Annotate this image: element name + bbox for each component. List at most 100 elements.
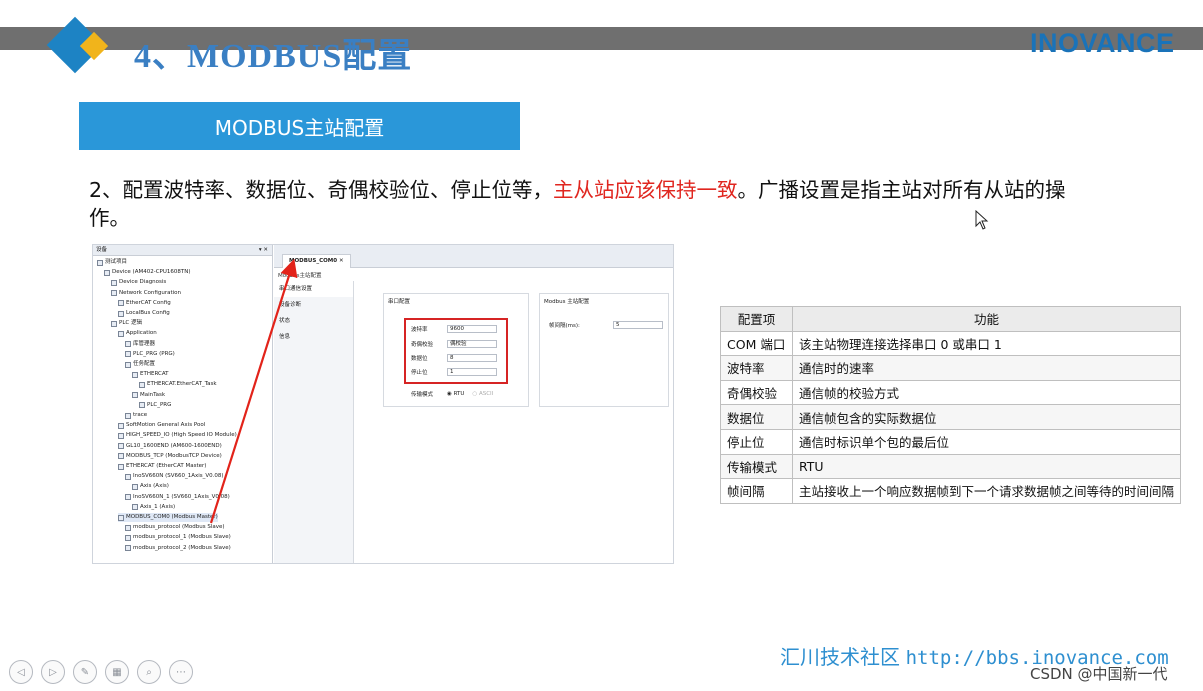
tree-item-label: SoftMotion General Axis Pool — [126, 422, 206, 429]
presentation-controls: ◁ ▷ ✎ ▦ ⌕ ⋯ — [9, 660, 193, 684]
tree-item[interactable]: ETHERCAT.EtherCAT_Task — [139, 380, 217, 389]
tree-item[interactable]: MainTask — [132, 391, 165, 400]
tree-item[interactable]: EtherCAT Config — [118, 299, 171, 308]
next-icon[interactable]: ▷ — [41, 660, 65, 684]
tree-node-icon — [125, 534, 131, 541]
tab-modbus-com0[interactable]: MODBUS_COM0 ✕ — [282, 254, 351, 268]
tree-item-label: trace — [133, 412, 148, 418]
tree-item-label: 库管理器 — [133, 340, 156, 347]
tree-item[interactable]: InoSV660N_1 (SV660_1Axis_V0.08) — [125, 493, 230, 502]
tree-node-icon — [118, 330, 124, 337]
tree-item-label: Device (AM402-CPU1608TN) — [112, 269, 191, 276]
radio-ascii[interactable]: ○ ASCII — [472, 391, 493, 397]
tree-item-label: Axis (Axis) — [140, 483, 169, 490]
tree-item[interactable]: 任务配置 — [125, 360, 155, 369]
pen-icon[interactable]: ✎ — [73, 660, 97, 684]
tree-item-label: Device Diagnosis — [119, 279, 167, 286]
interval-input[interactable]: 5 — [613, 321, 663, 329]
description-part1: 2、配置波特率、数据位、奇偶校验位、停止位等， — [89, 178, 554, 202]
description-highlight: 主从站应该保持一致 — [553, 178, 738, 202]
tree-item[interactable]: ETHERCAT (EtherCAT Master) — [118, 462, 206, 471]
header-item: 配置项 — [720, 306, 793, 332]
tree-item[interactable]: PLC 逻辑 — [111, 319, 142, 328]
tree-item[interactable]: modbus_protocol_2 (Modbus Slave) — [125, 544, 231, 553]
more-icon[interactable]: ⋯ — [169, 660, 193, 684]
tree-node-icon — [97, 259, 103, 266]
tree-item[interactable]: PLC_PRG (PRG) — [125, 350, 175, 359]
tree-item-label: PLC_PRG (PRG) — [133, 350, 175, 357]
tree-item-label: LocalBus Config — [126, 310, 170, 316]
tree-item-label: MainTask — [140, 391, 165, 398]
tree-item[interactable]: Axis (Axis) — [132, 482, 169, 491]
tree-item-label: ETHERCAT (EtherCAT Master) — [126, 463, 207, 469]
ide-screenshot: 设备 ▾ ✕ 测试项目 Device (AM402-CPU1608TN) Device… — [92, 244, 674, 564]
tree-node-icon — [139, 402, 145, 409]
tree-node-icon — [125, 351, 131, 358]
tree-node-icon — [118, 300, 124, 307]
footer-community-name: 汇川技术社区 — [780, 647, 900, 669]
master-config-title: Modbus 主站配置 — [544, 299, 590, 305]
tree-node-icon — [118, 463, 124, 470]
table-row: 奇偶校验 通信帧的校验方式 — [720, 379, 1182, 406]
zoom-icon[interactable]: ⌕ — [137, 660, 161, 684]
tree-item[interactable]: Device Diagnosis — [111, 278, 166, 287]
tree-item-label: 任务配置 — [133, 361, 156, 367]
tree-item-label: EtherCAT Config — [126, 299, 171, 306]
tree-item-label: Axis_1 (Axis) — [140, 503, 176, 510]
tree-item[interactable]: Application — [118, 329, 157, 338]
tree-item-label: MODBUS_TCP (ModbusTCP Device) — [126, 452, 222, 459]
tree-item[interactable]: LocalBus Config — [118, 309, 170, 318]
prev-icon[interactable]: ◁ — [9, 660, 33, 684]
tree-node-icon — [132, 483, 138, 490]
nav-info[interactable]: 信息 — [274, 329, 353, 345]
tree-item[interactable]: MODBUS_COM0 (Modbus Master) — [118, 513, 218, 522]
editor-tabbar: MODBUS_COM0 ✕ — [274, 245, 673, 268]
tree-node-icon — [125, 524, 131, 531]
tree-item-label: 测试项目 — [105, 259, 128, 265]
tree-item[interactable]: ETHERCAT — [132, 370, 169, 379]
tree-item[interactable]: Device (AM402-CPU1608TN) — [104, 268, 191, 277]
tree-node-icon — [111, 320, 117, 327]
serial-config-title: 串口配置 — [388, 299, 411, 305]
tree-item[interactable]: modbus_protocol_1 (Modbus Slave) — [125, 533, 231, 542]
tree-node-icon — [118, 310, 124, 317]
nav-diagnosis[interactable]: 设备诊断 — [274, 297, 353, 313]
slides-icon[interactable]: ▦ — [105, 660, 129, 684]
tree-item-label: InoSV660N (SV660_1Axis_V0.08) — [133, 473, 224, 480]
tree-item[interactable]: Axis_1 (Axis) — [132, 503, 175, 512]
table-row: 数据位 通信帧包含的实际数据位 — [720, 404, 1182, 430]
device-panel-title: 设备 — [96, 247, 108, 253]
panel-pin-icon[interactable]: ▾ ✕ — [259, 245, 268, 255]
tree-item[interactable]: trace — [125, 411, 147, 420]
tree-item[interactable]: MODBUS_TCP (ModbusTCP Device) — [118, 452, 222, 461]
tree-item[interactable]: 测试项目 — [97, 258, 127, 267]
tree-item[interactable]: InoSV660N (SV660_1Axis_V0.08) — [125, 472, 224, 481]
tree-node-icon — [125, 341, 131, 348]
table-row: 停止位 通信时标识单个包的最后位 — [720, 428, 1182, 455]
device-tree-panel: 设备 ▾ ✕ 测试项目 Device (AM402-CPU1608TN) Device… — [93, 245, 273, 563]
tree-item-label: PLC_PRG — [147, 401, 172, 408]
table-row: 波特率 通信时的速率 — [720, 355, 1182, 381]
radio-rtu[interactable]: ◉ RTU — [447, 391, 464, 397]
subtab-master-config[interactable]: Modbus主站配置 — [278, 271, 321, 279]
nav-serial-settings[interactable]: 串口通信设置 — [274, 281, 353, 297]
tree-item[interactable]: Network Configuration — [111, 289, 181, 298]
slide-title: 4、MODBUS配置 — [134, 38, 413, 75]
tree-item[interactable]: GL10_1600END (AM600-1600END) — [118, 442, 222, 451]
tree-item[interactable]: modbus_protocol (Modbus Slave) — [125, 523, 225, 532]
tree-item-label: MODBUS_COM0 (Modbus Master) — [126, 514, 218, 520]
tree-item-label: ETHERCAT — [140, 371, 169, 378]
tree-item[interactable]: SoftMotion General Axis Pool — [118, 421, 205, 430]
tree-item-label: Network Configuration — [119, 289, 182, 296]
tree-item[interactable]: 库管理器 — [125, 340, 155, 349]
tree-item[interactable]: PLC_PRG — [139, 401, 171, 410]
tree-item-label: Application — [126, 330, 157, 337]
watermark: CSDN @中国新一代 — [1030, 665, 1168, 683]
tree-item-label: modbus_protocol_1 (Modbus Slave) — [133, 534, 231, 541]
tree-node-icon — [125, 473, 131, 480]
tree-item-label: HIGH_SPEED_IO (High Speed IO Module) — [126, 432, 237, 439]
tree-item[interactable]: HIGH_SPEED_IO (High Speed IO Module) — [118, 431, 237, 440]
nav-status[interactable]: 状态 — [274, 313, 353, 329]
tree-node-icon — [132, 504, 138, 511]
tree-node-icon — [125, 545, 131, 552]
